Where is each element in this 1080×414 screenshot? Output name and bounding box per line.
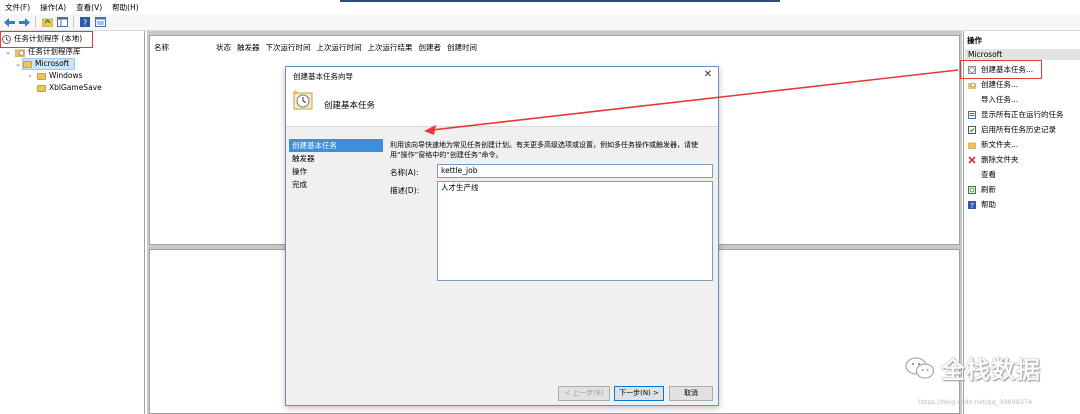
toolbar-separator [35, 16, 36, 28]
action-label: 帮助 [981, 200, 996, 209]
toolbar-separator [73, 16, 74, 28]
history-icon [968, 126, 976, 134]
forward-arrow-icon[interactable] [18, 16, 30, 28]
dialog-title: 创建基本任务向导 [293, 72, 353, 81]
action-label: 新文件夹... [981, 140, 1019, 149]
help-icon: ? [968, 201, 976, 209]
wizard-step-action[interactable]: 操作 [289, 165, 383, 178]
wizard-steps: 创建基本任务 触发器 操作 完成 [289, 139, 383, 191]
action-label: 删除文件夹 [981, 155, 1019, 164]
dialog-header-title: 创建基本任务 [324, 101, 376, 111]
wizard-step-finish[interactable]: 完成 [289, 178, 383, 191]
folder-icon [23, 60, 32, 68]
tree-item-library[interactable]: ⌄ 任务计划程序库 [4, 46, 81, 58]
watermark-url: https://blog.csdn.net/qq_39699374 [918, 398, 1033, 406]
action-label: 查看 [981, 170, 996, 179]
chevron-right-icon[interactable]: › [26, 70, 34, 82]
action-label: 创建任务... [981, 80, 1019, 89]
tree-item-xblgamesave[interactable]: XblGameSave [37, 82, 102, 94]
column-trigger[interactable]: 触发器 [237, 42, 260, 53]
column-created[interactable]: 创建时间 [447, 42, 477, 53]
column-status[interactable]: 状态 [216, 42, 231, 53]
properties-pane-icon[interactable] [94, 16, 106, 28]
task-description-input[interactable]: 人才生产线 [437, 181, 713, 281]
column-author[interactable]: 创建者 [419, 42, 442, 53]
create-basic-task-dialog: 创建基本任务向导 ✕ 创建基本任务 创建基本任务 触发器 操作 完成 利用该向导… [285, 66, 719, 406]
refresh-icon [968, 186, 976, 194]
dialog-header: 创建基本任务 [286, 85, 718, 127]
wizard-description: 利用该向导快速地为常见任务创建计划。有关更多高级选项或设置，例如多任务操作或触发… [390, 141, 698, 159]
next-button[interactable]: 下一步(N) > [614, 386, 664, 401]
dialog-titlebar[interactable]: 创建基本任务向导 ✕ [286, 67, 718, 85]
watermark-text: 全栈数据 [941, 356, 1041, 384]
chevron-down-icon[interactable]: ⌄ [4, 46, 12, 58]
action-import-task[interactable]: 导入任务... [968, 94, 1018, 106]
actions-group-header[interactable]: Microsoft [965, 49, 1080, 60]
tree-library-label: 任务计划程序库 [28, 47, 81, 56]
annotation-box-action [960, 60, 1042, 79]
up-folder-icon[interactable] [41, 16, 53, 28]
action-create-task[interactable]: 创建任务... [968, 79, 1018, 91]
folder-icon [37, 72, 46, 80]
tree-item-windows[interactable]: › Windows [26, 70, 83, 82]
menu-bar: 文件(F) 操作(A) 查看(V) 帮助(H) [0, 2, 1080, 14]
wizard-step-create[interactable]: 创建基本任务 [289, 139, 383, 152]
action-refresh[interactable]: 刷新 [968, 184, 996, 196]
close-icon[interactable]: ✕ [704, 69, 712, 80]
action-label: 显示所有正在运行的任务 [981, 110, 1064, 119]
action-help[interactable]: ? 帮助 [968, 199, 996, 211]
action-view[interactable]: 查看 [968, 169, 996, 181]
toolbar: ? [0, 14, 1080, 31]
menu-action[interactable]: 操作(A) [35, 2, 71, 14]
wizard-step-trigger[interactable]: 触发器 [289, 152, 383, 165]
watermark: 全栈数据 [905, 350, 1041, 385]
chevron-down-icon[interactable]: ⌄ [14, 58, 22, 70]
folder-icon [37, 84, 46, 92]
back-button[interactable]: < 上一步(B) [558, 386, 610, 401]
column-name[interactable]: 名称 [154, 42, 210, 53]
delete-icon [968, 156, 976, 164]
column-next-run[interactable]: 下次运行时间 [266, 42, 311, 53]
action-enable-history[interactable]: 启用所有任务历史记录 [968, 124, 1056, 136]
menu-view[interactable]: 查看(V) [71, 2, 107, 14]
action-label: 刷新 [981, 185, 996, 194]
task-wizard-icon [292, 89, 313, 110]
action-new-folder[interactable]: 新文件夹... [968, 139, 1018, 151]
action-label: 导入任务... [981, 95, 1019, 104]
action-delete-folder[interactable]: 删除文件夹 [968, 154, 1019, 166]
task-list-header: 名称 状态 触发器 下次运行时间 上次运行时间 上次运行结果 创建者 创建时间 [154, 42, 483, 53]
navigation-tree: 任务计划程序 (本地) ⌄ 任务计划程序库 Microsoft ⌄ › Wind… [0, 31, 145, 414]
library-folder-icon [15, 49, 25, 57]
menu-file[interactable]: 文件(F) [0, 2, 35, 14]
import-icon [968, 96, 976, 104]
task-name-input[interactable]: kettle_job [437, 164, 713, 178]
running-tasks-icon [968, 111, 976, 119]
menu-help[interactable]: 帮助(H) [107, 2, 144, 14]
tree-xbl-label: XblGameSave [49, 83, 102, 92]
cancel-button[interactable]: 取消 [669, 386, 713, 401]
name-label: 名称(A): [390, 168, 419, 177]
column-last-result[interactable]: 上次运行结果 [368, 42, 413, 53]
view-icon [968, 171, 976, 179]
tree-microsoft-label: Microsoft [35, 59, 70, 68]
column-last-run[interactable]: 上次运行时间 [317, 42, 362, 53]
description-label: 描述(D): [390, 186, 420, 195]
action-show-running[interactable]: 显示所有正在运行的任务 [968, 109, 1064, 121]
task-icon [968, 82, 976, 89]
back-arrow-icon[interactable] [3, 16, 15, 28]
tree-item-microsoft[interactable]: Microsoft [22, 58, 75, 70]
svg-text:?: ? [970, 202, 974, 209]
svg-text:?: ? [83, 19, 87, 28]
new-folder-icon [968, 142, 976, 149]
help-icon[interactable]: ? [79, 16, 91, 28]
wechat-logo-icon [905, 357, 934, 378]
action-label: 启用所有任务历史记录 [981, 125, 1056, 134]
tree-windows-label: Windows [49, 71, 83, 80]
actions-title: 操作 [967, 36, 982, 45]
show-hide-pane-icon[interactable] [56, 16, 68, 28]
